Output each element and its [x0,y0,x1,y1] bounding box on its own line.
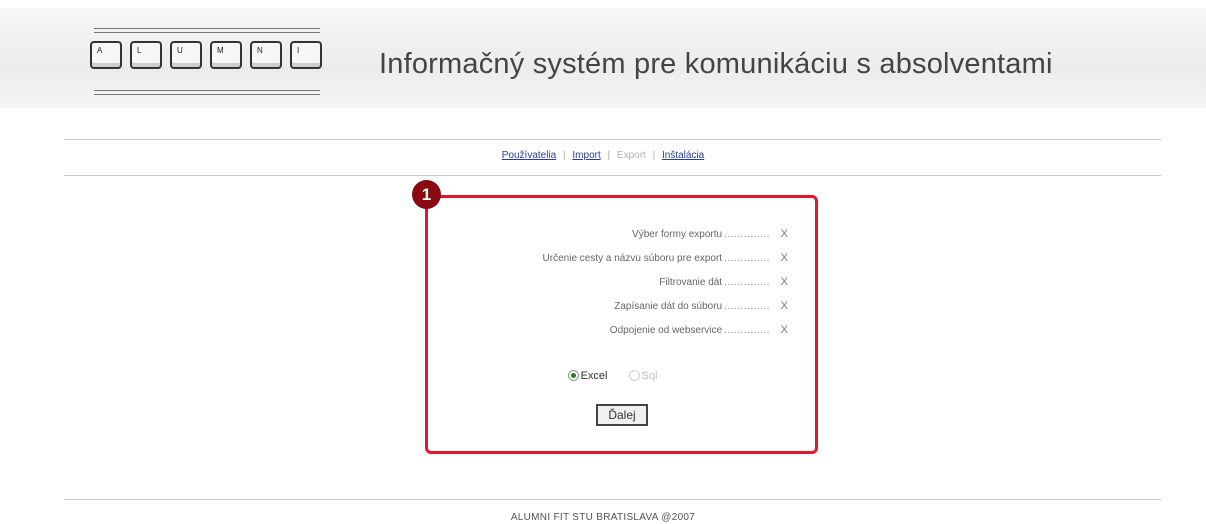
step-row: Výber formy exportu.............. X [448,228,788,252]
step-row: Filtrovanie dát.............. X [448,276,788,300]
step-dots: .............. [724,325,770,336]
nav-link-installation[interactable]: Inštalácia [662,150,704,161]
alumni-logo: A L U M N I [88,28,326,108]
divider [64,499,1161,500]
step-label: Filtrovanie dát [659,277,723,288]
divider [64,139,1161,140]
nav-link-import[interactable]: Import [572,150,600,161]
nav-separator: | [607,150,611,161]
main-nav: Používatelia | Import | Export | Inštalá… [0,150,1206,161]
step-status: X [780,324,788,336]
divider [64,175,1161,176]
logo-rule [94,90,320,91]
step-row: Odpojenie od webservice.............. X [448,324,788,348]
step-row: Zapísanie dát do súboru.............. X [448,300,788,324]
step-label: Odpojenie od webservice [609,325,723,336]
logo-rule [94,32,320,33]
nav-separator: | [563,150,566,161]
export-steps-list: Výber formy exportu.............. X Určen… [448,228,788,348]
nav-item-export-current: Export [616,150,646,161]
nav-separator: | [652,150,656,161]
logo-key: L [130,41,162,69]
footer-copyright: ALUMNI FIT STU BRATISLAVA @2007 [510,512,696,523]
export-format-group: Excel Sql [428,370,815,382]
excel-radio[interactable] [567,370,579,381]
step-label: Zapísanie dát do súboru [614,301,723,312]
sql-radio-label: Sql [641,370,658,382]
logo-key: M [210,41,242,69]
logo-key: U [170,41,202,69]
logo-key: A [90,41,122,69]
logo-key: I [290,41,322,69]
step-label: Určenie cesty a názvu súboru pre export [542,253,723,264]
step-status: X [780,300,788,312]
step-dots: .............. [724,229,770,240]
export-wizard-panel: Výber formy exportu.............. X Určen… [425,195,818,454]
step-status: X [780,252,788,264]
step-status: X [780,228,788,240]
step-dots: .............. [724,253,770,264]
logo-key: N [250,41,282,69]
step-dots: .............. [724,301,770,312]
step-row: Určenie cesty a názvu súboru pre export.… [448,252,788,276]
sql-radio [628,370,640,381]
logo-rule [94,28,320,29]
step-number-badge: 1 [412,180,441,209]
site-title: Informačný systém pre komunikáciu s abso… [379,48,1053,80]
logo-rule [94,94,320,95]
step-label: Výber formy exportu [632,229,723,240]
nav-link-users[interactable]: Používatelia [502,150,556,161]
header-banner: A L U M N I Informačný systém pre komuni… [0,8,1206,108]
excel-radio-label[interactable]: Excel [581,370,608,382]
step-dots: .............. [724,277,770,288]
next-button[interactable]: Ďalej [596,404,648,426]
step-status: X [780,276,788,288]
